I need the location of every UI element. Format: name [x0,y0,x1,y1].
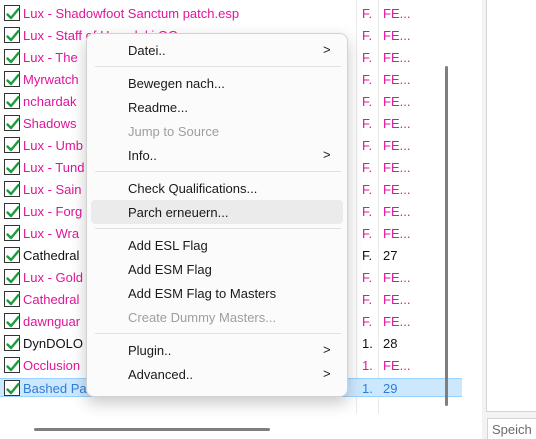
plugin-flag: F. [362,72,373,87]
menu-item-readme[interactable]: Readme... [91,95,343,119]
menu-separator [95,333,341,334]
menu-item-label: Plugin.. [128,343,172,358]
checkmark-icon[interactable] [4,203,20,219]
plugin-row[interactable]: Lux - Shadowfoot Sanctum patch.esp F. FE..… [0,4,462,23]
plugin-flag: F. [362,28,373,43]
plugin-flag: F. [362,204,373,219]
plugin-index: FE... [383,358,411,373]
plugin-index: FE... [383,314,411,329]
right-panel: Speich [482,0,536,439]
menu-item-plugin[interactable]: Plugin.. > [91,338,343,362]
checkmark-icon[interactable] [4,291,20,307]
plugin-flag: F. [362,50,373,65]
plugin-flag: F. [362,226,373,241]
plugin-flag: F. [362,94,373,109]
plugin-flag: F. [362,292,373,307]
checkmark-icon[interactable] [4,71,20,87]
checkmark-icon[interactable] [4,5,20,21]
menu-separator [95,171,341,172]
menu-separator [95,66,341,67]
plugin-flag: F. [362,182,373,197]
checkmark-icon[interactable] [4,225,20,241]
menu-item-label: Create Dummy Masters... [128,310,277,325]
plugin-index: FE... [383,226,411,241]
chevron-right-icon: > [323,147,331,162]
menu-item-create-dummy-masters: Create Dummy Masters... [91,305,343,329]
checkmark-icon[interactable] [4,49,20,65]
checkmark-icon[interactable] [4,115,20,131]
vertical-scrollbar[interactable] [432,0,462,414]
menu-item-label: Bewegen nach... [128,76,225,91]
context-menu: Datei.. > Bewegen nach... Readme... Jump to … [86,33,348,397]
plugin-flag: F. [362,248,373,263]
menu-item-label: Add ESM Flag to Masters [128,286,277,301]
plugin-index: FE... [383,292,411,307]
checkmark-icon[interactable] [4,269,20,285]
plugin-index: FE... [383,94,411,109]
plugin-flag: F. [362,138,373,153]
checkmark-icon[interactable] [4,159,20,175]
checkmark-icon[interactable] [4,247,20,263]
menu-item-label: Jump to Source [128,124,220,139]
menu-separator [95,228,341,229]
menu-item-parch-erneuern[interactable]: Parch erneuern... [91,200,343,224]
menu-item-info[interactable]: Info.. > [91,143,343,167]
checkmark-icon[interactable] [4,181,20,197]
checkmark-icon[interactable] [4,137,20,153]
plugin-index: FE... [383,28,411,43]
menu-item-bewegen-nach[interactable]: Bewegen nach... [91,71,343,95]
save-tab[interactable]: Speich [487,418,536,439]
plugin-index: FE... [383,116,411,131]
menu-item-label: Readme... [128,100,188,115]
menu-item-add-esl-flag[interactable]: Add ESL Flag [91,233,343,257]
chevron-right-icon: > [323,42,331,57]
menu-item-add-esm-flag-to-masters[interactable]: Add ESM Flag to Masters [91,281,343,305]
plugin-flag: F. [362,270,373,285]
plugin-index: FE... [383,160,411,175]
plugin-name: Lux - Shadowfoot Sanctum patch.esp [23,6,240,21]
plugin-index: FE... [383,50,411,65]
menu-item-jump-to-source: Jump to Source [91,119,343,143]
plugin-index: FE... [383,204,411,219]
chevron-right-icon: > [323,366,331,381]
menu-item-label: Parch erneuern... [128,205,229,220]
plugin-flag: F. [362,116,373,131]
plugin-index: 27 [383,248,398,263]
menu-item-label: Info.. [128,148,157,163]
plugin-index: FE... [383,182,411,197]
plugin-flag: 1. [362,336,373,351]
menu-item-check-qualifications[interactable]: Check Qualifications... [91,176,343,200]
checkmark-icon[interactable] [4,27,20,43]
plugin-index: FE... [383,270,411,285]
plugin-flag: F. [362,314,373,329]
plugin-index: FE... [383,6,411,21]
plugin-index: 28 [383,336,398,351]
menu-item-label: Advanced.. [128,367,194,382]
checkmark-icon[interactable] [4,357,20,373]
checkmark-icon[interactable] [4,93,20,109]
menu-item-add-esm-flag[interactable]: Add ESM Flag [91,257,343,281]
checkmark-icon[interactable] [4,335,20,351]
menu-item-label: Add ESL Flag [128,238,208,253]
menu-item-advanced[interactable]: Advanced.. > [91,362,343,386]
plugin-flag: 1. [362,381,373,396]
menu-item-label: Datei.. [128,43,166,58]
plugin-index: FE... [383,138,411,153]
menu-item-datei[interactable]: Datei.. > [91,38,343,62]
plugin-index: 29 [383,381,398,396]
vertical-scrollbar-thumb[interactable] [445,66,448,406]
checkmark-icon[interactable] [4,313,20,329]
menu-item-label: Add ESM Flag [128,262,212,277]
plugin-flag: F. [362,160,373,175]
menu-item-label: Check Qualifications... [128,181,258,196]
right-panel-content [486,0,536,412]
chevron-right-icon: > [323,342,331,357]
checkmark-icon[interactable] [4,380,20,396]
plugin-flag: 1. [362,358,373,373]
plugin-flag: F. [362,6,373,21]
horizontal-scrollbar-thumb[interactable] [34,428,270,431]
plugin-list-window: Lux - Shadowfoot Sanctum patch.esp F. FE..… [0,0,536,439]
plugin-index: FE... [383,72,411,87]
